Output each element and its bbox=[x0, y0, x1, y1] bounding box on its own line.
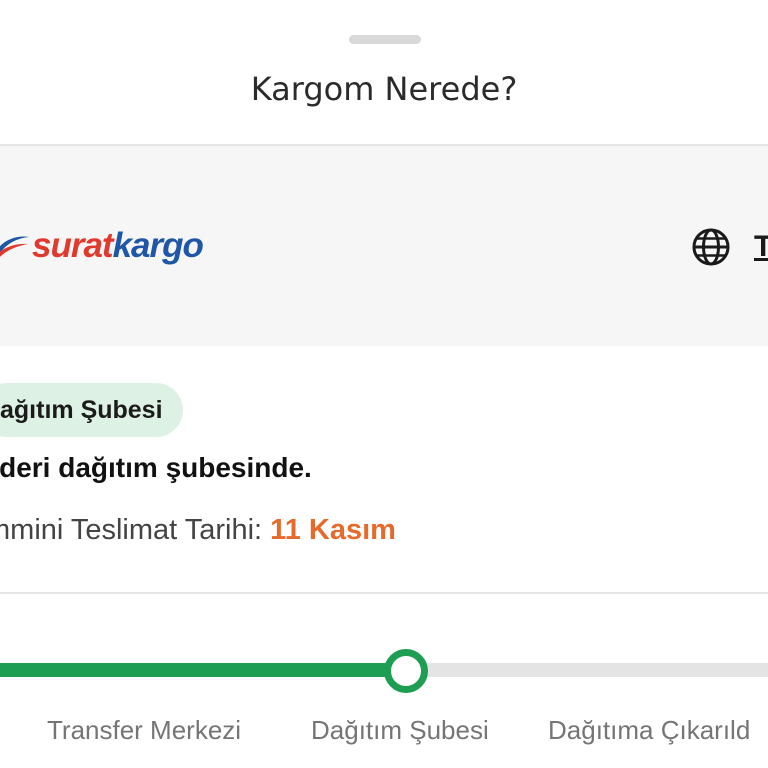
logo-text-kargo: kargo bbox=[112, 226, 204, 265]
sheet-title: Kargom Nerede? bbox=[250, 70, 518, 108]
status-badge: ağıtım Şubesi bbox=[0, 383, 183, 437]
step-label-distribution-branch: Dağıtım Şubesi bbox=[311, 715, 489, 745]
tracking-sheet: Kargom Nerede? surat kargo T ağıtım Şube… bbox=[0, 0, 768, 768]
estimated-delivery: mmini Teslimat Tarihi: 11 Kasım bbox=[0, 514, 396, 547]
step-label-transfer-center: Transfer Merkezi bbox=[47, 715, 242, 745]
eta-value: 11 Kasım bbox=[270, 514, 396, 546]
language-label[interactable]: T bbox=[754, 230, 768, 264]
section-divider bbox=[0, 592, 768, 594]
logo-text-surat: surat bbox=[32, 226, 114, 265]
suratkargo-logo: surat kargo bbox=[0, 222, 204, 270]
swoosh-icon bbox=[0, 236, 29, 258]
globe-icon bbox=[692, 228, 730, 266]
sheet-drag-handle[interactable] bbox=[349, 35, 421, 44]
current-step-indicator bbox=[384, 649, 428, 693]
progress-track-remaining bbox=[405, 663, 768, 677]
step-label-out-for-delivery: Dağıtıma Çıkarıld bbox=[548, 715, 751, 745]
status-message: nderi dağıtım şubesinde. bbox=[0, 452, 312, 483]
language-switcher[interactable]: T bbox=[690, 225, 768, 269]
eta-label: mmini Teslimat Tarihi: bbox=[0, 514, 263, 546]
progress-track-completed bbox=[0, 663, 405, 677]
